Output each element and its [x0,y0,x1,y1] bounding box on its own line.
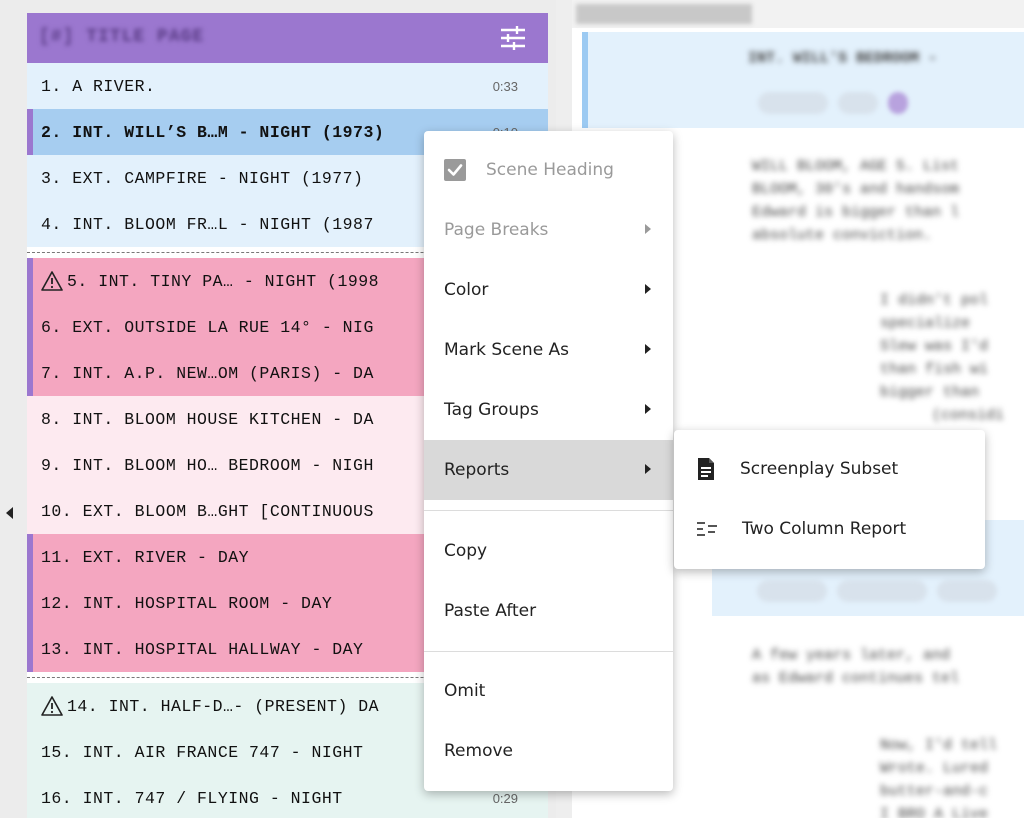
scene-label: 11. EXT. RIVER - DAY [41,547,250,567]
menu-item-paste-after[interactable]: Paste After [424,581,673,641]
submenu-item-two-column-report[interactable]: Two Column Report [674,499,985,559]
checkbox-checked-icon[interactable] [444,159,466,181]
dialogue-line: Now, I'd tell [880,737,998,754]
dialogue-line: bigger than [880,384,980,401]
action-line: absolute conviction. [752,227,933,244]
check-icon [447,164,463,176]
menu-item-label: Paste After [444,601,537,621]
reports-submenu: Screenplay Subset Two Column Report [674,430,985,569]
tag-chip[interactable] [837,580,927,602]
chevron-right-icon [645,464,651,474]
dialogue-line: than fish wi [880,361,989,378]
menu-separator [424,651,673,652]
scene-duration: 0:33 [492,78,518,94]
scene-duration: 0:29 [492,790,518,806]
scene-item[interactable]: 1. A RIVER. 0:33 [27,63,548,109]
scene-label: 16. INT. 747 / FLYING - NIGHT [41,788,343,808]
menu-item-label: Omit [444,681,486,701]
menu-item-omit[interactable]: Omit [424,661,673,721]
dialogue-line: I didn't pol [880,292,989,309]
action-line: as Edward continues tel [752,670,960,687]
chevron-right-icon [645,404,651,414]
chevron-right-icon [645,284,651,294]
menu-item-label: Page Breaks [444,220,549,240]
submenu-item-label: Two Column Report [742,519,907,539]
scene-label: 4. INT. BLOOM FR…L - NIGHT (1987 [41,214,374,234]
menu-item-reports[interactable]: Reports [424,440,673,500]
dialogue-line: Slew was I'd [880,338,989,355]
menu-item-mark-scene-as[interactable]: Mark Scene As [424,320,673,380]
submenu-item-screenplay-subset[interactable]: Screenplay Subset [674,439,985,499]
parenthetical-line: (considi [932,407,1005,424]
scene-label: 15. INT. AIR FRANCE 747 - NIGHT [41,742,364,762]
panel-title: [#] TITLE PAGE [39,27,205,47]
scene-heading-text: INT. WILL'S BEDROOM - [748,50,938,67]
scene-label: 7. INT. A.P. NEW…OM (PARIS) - DA [41,363,374,383]
scene-label: 13. INT. HOSPITAL HALLWAY - DAY [41,639,364,659]
dialogue-line: Wrote. Lured [880,760,989,777]
scene-label: 10. EXT. BLOOM B…GHT [CONTINUOUS [41,501,374,521]
scene-context-menu: Scene Heading Page Breaks Color Mark Sce… [424,131,673,791]
menu-item-label: Reports [444,460,510,480]
chevron-right-icon [645,344,651,354]
editor-tab[interactable] [576,4,752,24]
editor-toolbar [572,0,1024,28]
document-icon [698,458,714,480]
action-line: Edward is bigger than l [752,204,960,221]
two-column-icon [697,522,717,536]
menu-item-scene-heading[interactable]: Scene Heading [424,140,673,200]
dialogue-line: I BRO A Live [880,806,989,818]
menu-item-tag-groups[interactable]: Tag Groups [424,380,673,440]
warning-icon [41,696,63,716]
scene-label: 5. INT. TINY PA… - NIGHT (1998 [67,271,380,291]
menu-item-page-breaks[interactable]: Page Breaks [424,200,673,260]
scene-label: 6. EXT. OUTSIDE LA RUE 14° - NIG [41,317,374,337]
dialogue-line: specialize [880,315,971,332]
color-chip[interactable] [888,92,908,114]
warning-icon [41,271,63,291]
menu-item-label: Tag Groups [444,400,539,420]
menu-item-label: Remove [444,741,513,761]
action-line: A few years later, and [752,647,951,664]
menu-item-color[interactable]: Color [424,260,673,320]
scene-label: 3. EXT. CAMPFIRE - NIGHT (1977) [41,168,364,188]
menu-item-label: Mark Scene As [444,340,570,360]
panel-header: [#] TITLE PAGE [27,13,548,63]
action-line: WILL BLOOM, AGE 5. List [752,158,960,175]
scene-label: 2. INT. WILL’S B…M - NIGHT (1973) [41,122,385,142]
tag-chip[interactable] [937,580,997,602]
menu-item-remove[interactable]: Remove [424,721,673,781]
scene-label: 12. INT. HOSPITAL ROOM - DAY [41,593,333,613]
menu-item-label: Color [444,280,489,300]
scene-label: 1. A RIVER. [41,76,156,96]
chevron-right-icon [645,224,651,234]
submenu-item-label: Screenplay Subset [740,459,899,479]
tag-chip[interactable] [838,92,878,114]
menu-item-copy[interactable]: Copy [424,521,673,581]
tag-chip[interactable] [757,580,827,602]
tag-chip[interactable] [758,92,828,114]
dialogue-line: butter-and-c [880,783,989,800]
action-line: BLOOM, 30's and handsom [752,181,960,198]
scene-label: 14. INT. HALF-D…- (PRESENT) DA [67,696,380,716]
scene-heading-block[interactable]: INT. WILL'S BEDROOM - [582,32,1024,128]
menu-item-label: Copy [444,541,488,561]
scene-label: 8. INT. BLOOM HOUSE KITCHEN - DA [41,409,374,429]
sliders-icon[interactable] [500,26,526,50]
menu-item-label: Scene Heading [486,160,614,180]
scene-label: 9. INT. BLOOM HO… BEDROOM - NIGH [41,455,374,475]
caret-left-icon[interactable] [6,507,13,519]
menu-separator [424,510,673,511]
